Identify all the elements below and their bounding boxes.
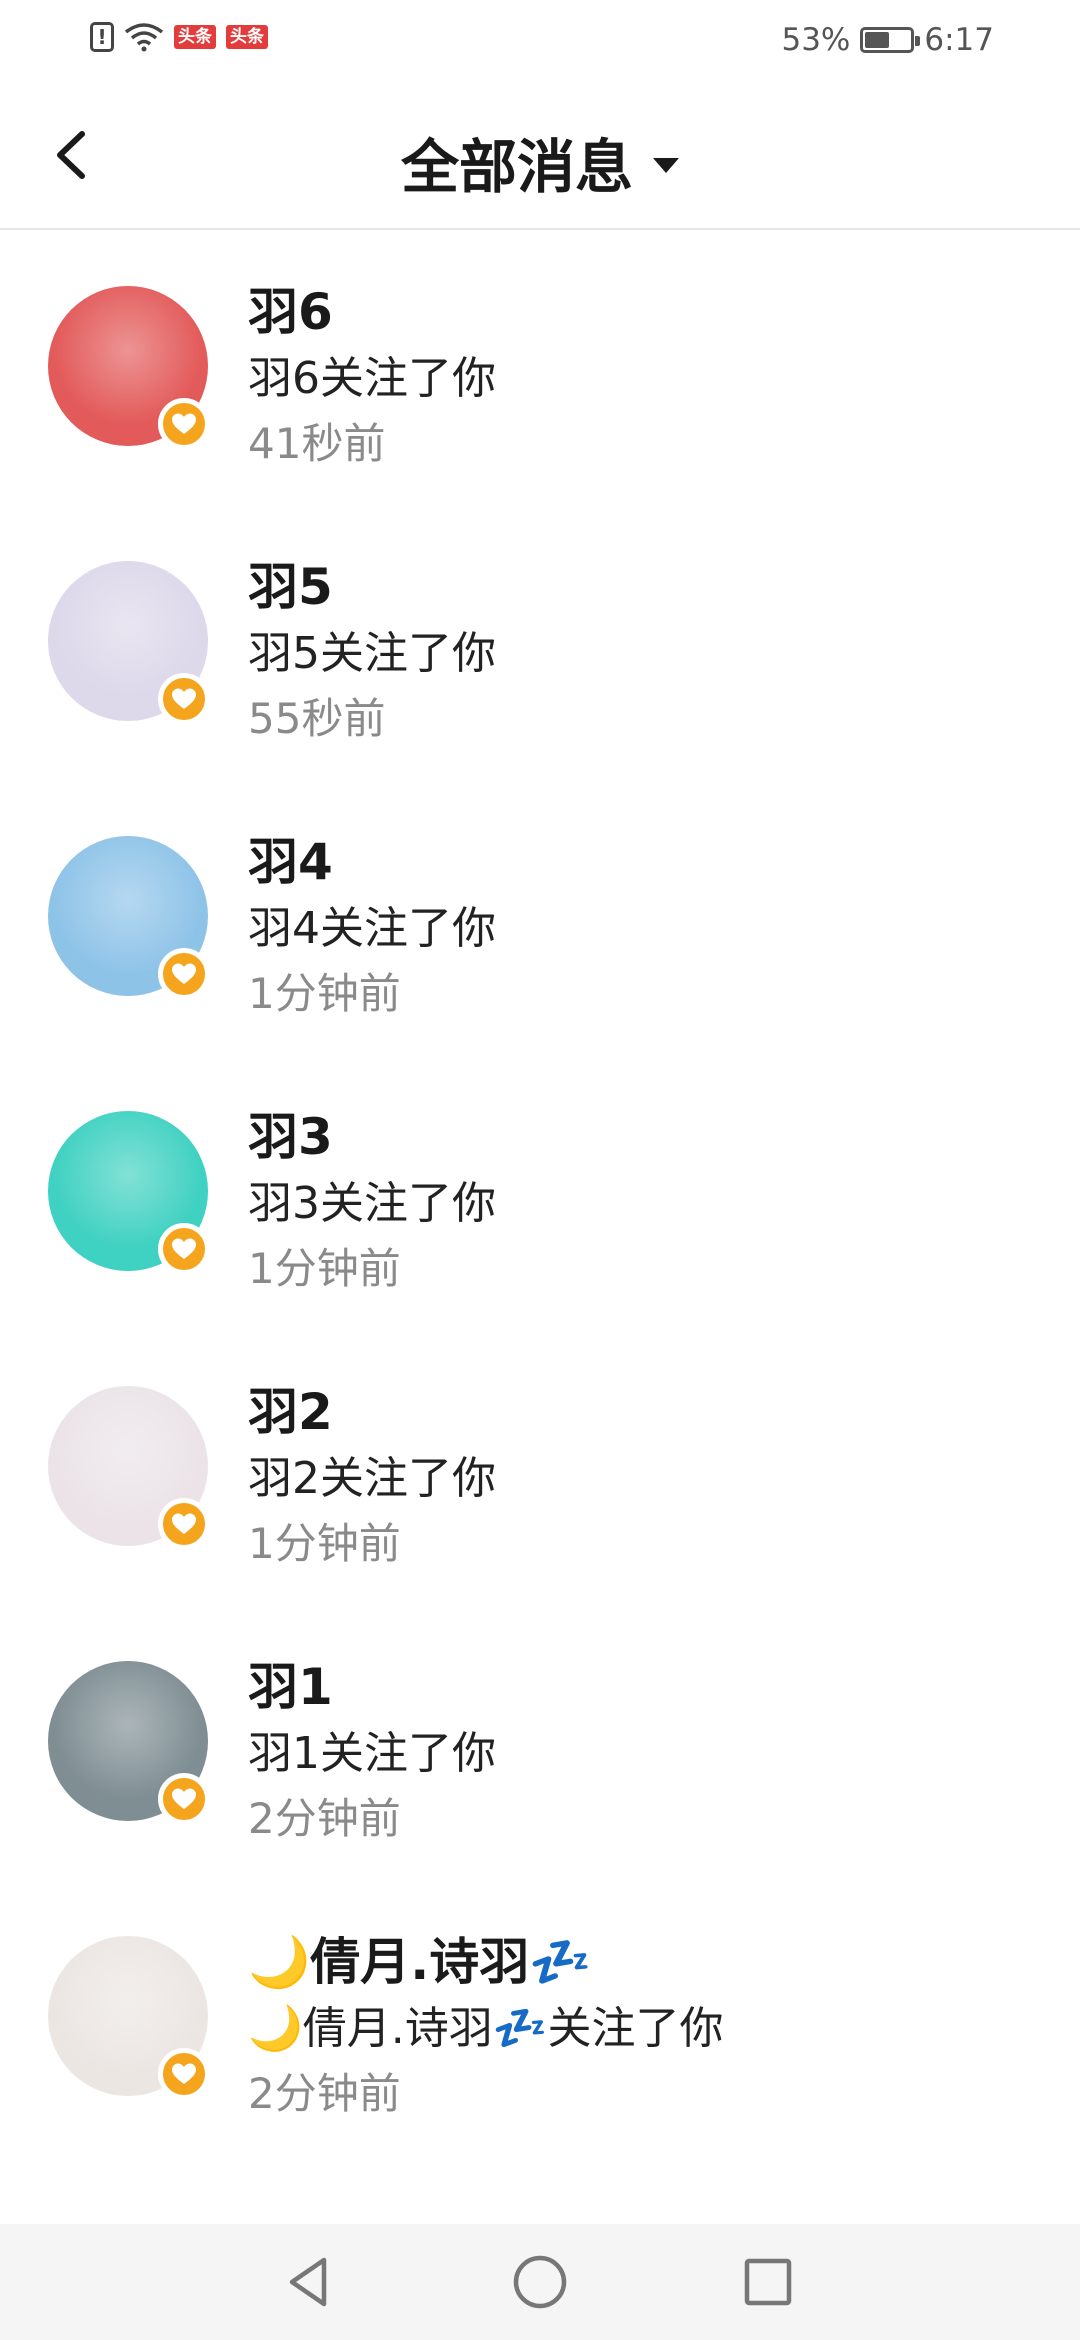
follower-name[interactable]: 羽1 xyxy=(248,1647,333,1719)
list-item[interactable]: 羽6 羽6关注了你 41秒前 xyxy=(0,230,1080,505)
wifi-icon xyxy=(124,23,164,52)
heart-icon xyxy=(158,1773,210,1825)
list-item[interactable]: 🌙倩月.诗羽💤 🌙倩月.诗羽💤关注了你 2分钟前 xyxy=(0,1880,1080,2155)
notification-time: 1分钟前 xyxy=(248,1519,401,1568)
notification-message: 羽6关注了你 xyxy=(248,353,496,404)
system-nav-bar xyxy=(0,2224,1080,2340)
avatar[interactable] xyxy=(48,1661,210,1825)
heart-icon xyxy=(158,398,210,450)
notification-message: 羽5关注了你 xyxy=(248,628,496,679)
caret-down-icon xyxy=(653,157,679,173)
notification-list: 羽6 羽6关注了你 41秒前 羽5 羽5关注了你 55秒前 羽4 羽4关注了你 … xyxy=(0,230,1080,2155)
avatar[interactable] xyxy=(48,286,210,450)
app-notification-badge: 头条 xyxy=(174,24,216,50)
avatar[interactable] xyxy=(48,1386,210,1550)
heart-icon xyxy=(158,1223,210,1275)
triangle-back-icon[interactable] xyxy=(280,2252,340,2312)
follower-name[interactable]: 羽6 xyxy=(248,272,333,344)
notification-message: 羽3关注了你 xyxy=(248,1178,496,1229)
alert-icon: ! xyxy=(90,22,114,52)
list-item[interactable]: 羽3 羽3关注了你 1分钟前 xyxy=(0,1055,1080,1330)
follower-name[interactable]: 羽2 xyxy=(248,1372,333,1444)
battery-icon xyxy=(860,27,921,53)
notification-time: 41秒前 xyxy=(248,419,386,468)
avatar[interactable] xyxy=(48,836,210,1000)
notification-message: 🌙倩月.诗羽💤关注了你 xyxy=(248,2003,724,2054)
follower-name[interactable]: 羽4 xyxy=(248,822,333,894)
battery-percent: 53% xyxy=(781,22,851,58)
status-icons-left: ! 头条 头条 xyxy=(90,22,268,52)
status-bar: ! 头条 头条 53% 6:17 xyxy=(0,0,1080,84)
notification-message: 羽2关注了你 xyxy=(248,1453,496,1504)
heart-icon xyxy=(158,2048,210,2100)
follower-name[interactable]: 🌙倩月.诗羽💤 xyxy=(248,1922,592,1994)
notification-time: 1分钟前 xyxy=(248,969,401,1018)
list-item[interactable]: 羽5 羽5关注了你 55秒前 xyxy=(0,505,1080,780)
follower-name[interactable]: 羽5 xyxy=(248,547,333,619)
square-recents-icon[interactable] xyxy=(738,2252,798,2312)
notification-time: 1分钟前 xyxy=(248,1244,401,1293)
notification-time: 2分钟前 xyxy=(248,1794,401,1843)
heart-icon xyxy=(158,1498,210,1550)
avatar[interactable] xyxy=(48,1936,210,2100)
clock: 6:17 xyxy=(924,22,994,58)
follower-name[interactable]: 羽3 xyxy=(248,1097,333,1169)
notification-message: 羽4关注了你 xyxy=(248,903,496,954)
list-item[interactable]: 羽2 羽2关注了你 1分钟前 xyxy=(0,1330,1080,1605)
page-header: 全部消息 xyxy=(0,84,1080,230)
title-dropdown[interactable]: 全部消息 xyxy=(0,120,1080,204)
notification-time: 55秒前 xyxy=(248,694,386,743)
heart-icon xyxy=(158,948,210,1000)
app-notification-badge: 头条 xyxy=(226,24,268,50)
status-icons-right: 53% 6:17 xyxy=(781,22,994,58)
notification-time: 2分钟前 xyxy=(248,2069,401,2118)
notification-message: 羽1关注了你 xyxy=(248,1728,496,1779)
avatar[interactable] xyxy=(48,1111,210,1275)
list-item[interactable]: 羽4 羽4关注了你 1分钟前 xyxy=(0,780,1080,1055)
avatar[interactable] xyxy=(48,561,210,725)
battery-level xyxy=(865,32,889,48)
page-title: 全部消息 xyxy=(400,133,633,201)
heart-icon xyxy=(158,673,210,725)
list-item[interactable]: 羽1 羽1关注了你 2分钟前 xyxy=(0,1605,1080,1880)
circle-home-icon[interactable] xyxy=(510,2252,570,2312)
